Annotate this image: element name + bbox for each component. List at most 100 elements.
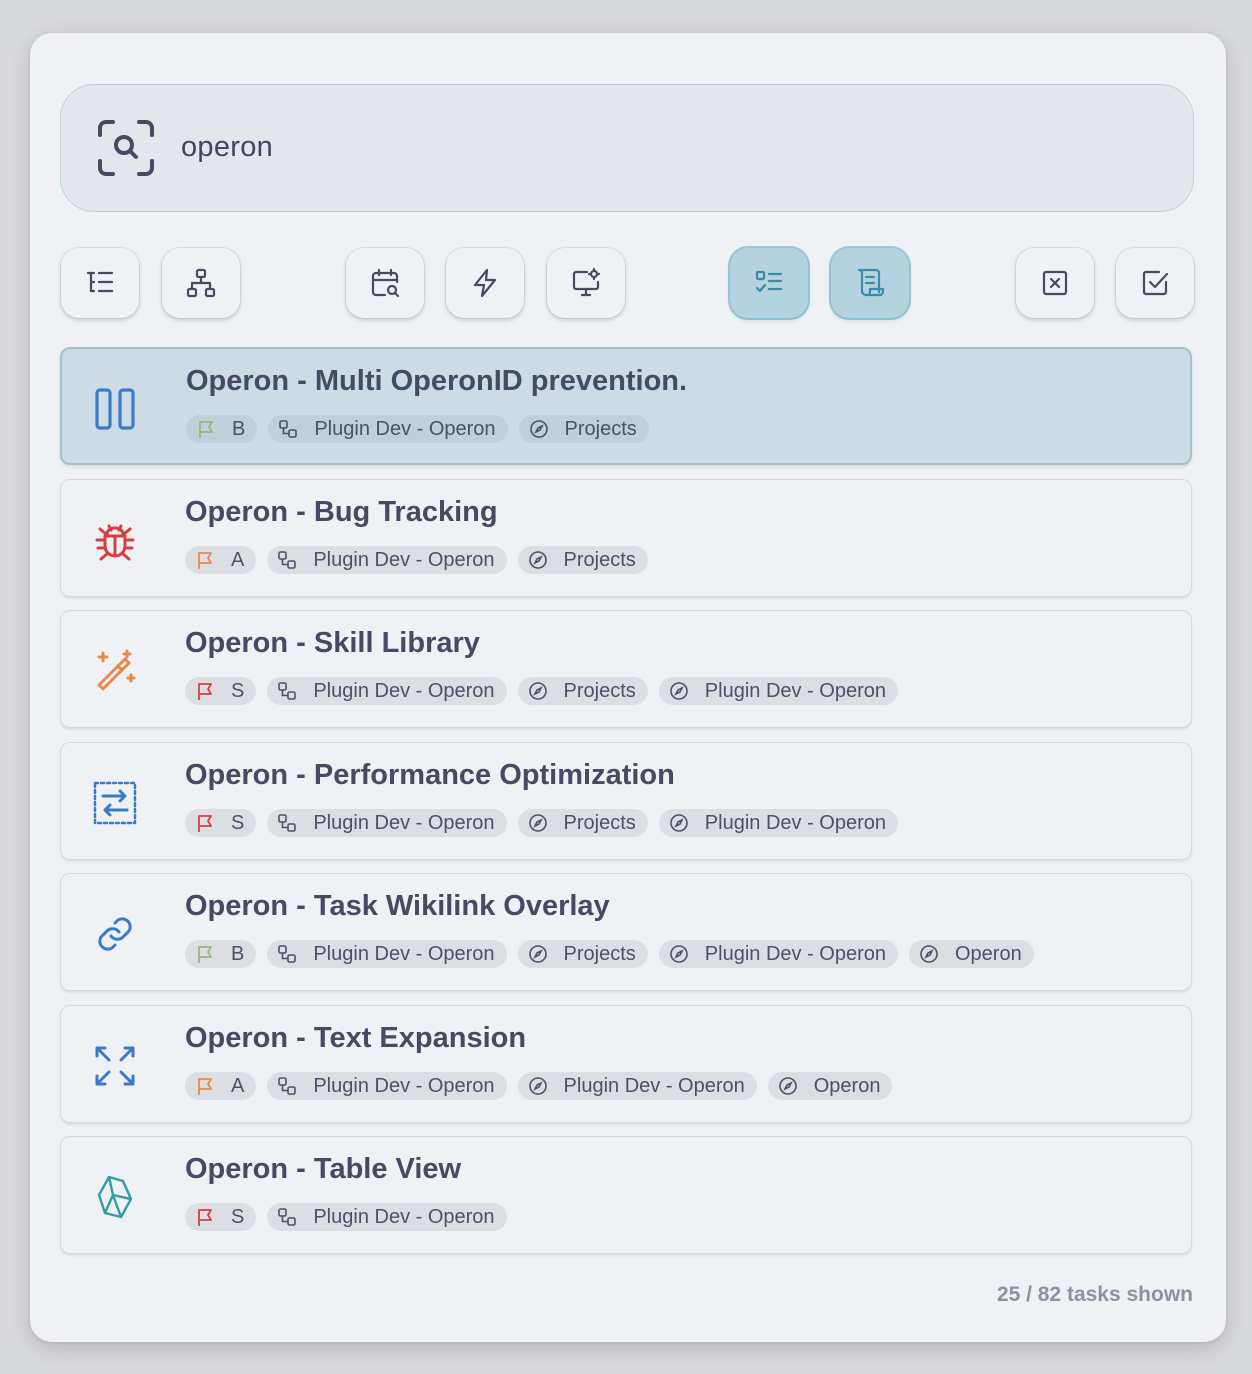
workflow-icon	[278, 682, 297, 700]
gem-icon	[97, 1175, 133, 1219]
task-card[interactable]: Operon - Skill Library S Plugin Dev - Op…	[60, 610, 1192, 728]
compass-icon	[529, 420, 548, 438]
workflow-icon	[278, 814, 297, 832]
task-card[interactable]: Operon - Performance Optimization S Plug…	[60, 742, 1192, 860]
area-chip[interactable]: Operon	[767, 1072, 893, 1100]
tag-chip[interactable]: Plugin Dev - Operon	[267, 1072, 507, 1100]
task-search-panel: operon Operon - Multi OperonID preventio…	[30, 33, 1226, 1342]
scroll-text-button[interactable]	[831, 248, 909, 318]
task-title: Operon - Task Wikilink Overlay	[185, 890, 610, 922]
workflow-icon	[278, 1077, 297, 1095]
tag-chip[interactable]: Plugin Dev - Operon	[267, 677, 507, 705]
compass-icon	[528, 551, 547, 569]
wand-sparkles-icon	[97, 649, 136, 691]
compass-icon	[528, 945, 547, 963]
task-card[interactable]: Operon - Bug Tracking A Plugin Dev - Ope…	[60, 479, 1192, 597]
compass-icon	[669, 682, 688, 700]
zap-icon	[473, 268, 497, 298]
workflow-icon	[278, 945, 297, 963]
priority-label: S	[231, 679, 245, 702]
search-bar[interactable]: operon	[60, 84, 1194, 212]
area-chip[interactable]: Projects	[517, 809, 648, 837]
priority-label: B	[232, 417, 246, 440]
area-label: Plugin Dev - Operon	[704, 942, 886, 965]
task-card[interactable]: Operon - Task Wikilink Overlay B Plugin …	[60, 873, 1192, 991]
area-label: Projects	[563, 548, 636, 571]
priority-label: A	[231, 548, 245, 571]
compass-icon	[669, 945, 688, 963]
flag-icon	[198, 946, 212, 963]
arrow-exchange-icon	[93, 781, 137, 825]
task-title: Operon - Bug Tracking	[185, 496, 498, 528]
priority-label: S	[231, 1205, 245, 1228]
task-count-status: 25 / 82 tasks shown	[996, 1283, 1193, 1306]
tag-chip[interactable]: Plugin Dev - Operon	[268, 415, 508, 443]
area-chip[interactable]: Projects	[517, 677, 648, 705]
monitor-cog-button[interactable]	[547, 248, 625, 318]
list-todo-button[interactable]	[730, 248, 808, 318]
task-card[interactable]: Operon - Text Expansion A Plugin Dev - O…	[60, 1005, 1192, 1123]
tag-chip[interactable]: Plugin Dev - Operon	[267, 1203, 507, 1231]
priority-badge: B	[186, 415, 258, 443]
compass-icon	[528, 682, 547, 700]
tag-label: Plugin Dev - Operon	[313, 1205, 495, 1228]
hierarchy-button[interactable]	[162, 248, 240, 318]
priority-badge: A	[185, 546, 257, 574]
tag-chip[interactable]: Plugin Dev - Operon	[267, 809, 507, 837]
tag-label: Plugin Dev - Operon	[313, 679, 495, 702]
priority-label: S	[231, 811, 245, 834]
tag-label: Plugin Dev - Operon	[313, 548, 495, 571]
tag-chip[interactable]: Plugin Dev - Operon	[267, 546, 507, 574]
tag-label: Plugin Dev - Operon	[314, 417, 496, 440]
priority-label: B	[231, 942, 245, 965]
priority-badge: A	[185, 1072, 257, 1100]
scan-search-icon	[98, 120, 154, 176]
flag-icon	[198, 1209, 212, 1226]
area-label: Operon	[955, 942, 1022, 965]
columns-icon	[95, 388, 135, 430]
square-check-icon	[1142, 270, 1169, 296]
network-icon	[186, 268, 216, 298]
task-card[interactable]: Operon - Multi OperonID prevention. B Pl…	[60, 347, 1192, 465]
task-title: Operon - Multi OperonID prevention.	[186, 365, 688, 397]
compass-icon	[669, 814, 688, 832]
check-square-button[interactable]	[1116, 248, 1194, 318]
area-label: Projects	[563, 679, 636, 702]
flag-icon	[198, 683, 212, 700]
flag-icon	[198, 552, 212, 569]
priority-badge: S	[185, 809, 257, 837]
close-square-button[interactable]	[1016, 248, 1094, 318]
area-chip[interactable]: Projects	[518, 415, 649, 443]
flag-icon	[198, 815, 212, 832]
tag-label: Plugin Dev - Operon	[313, 1074, 495, 1097]
search-input[interactable]: operon	[181, 131, 273, 164]
area-chip[interactable]: Plugin Dev - Operon	[658, 940, 898, 968]
tag-label: Plugin Dev - Operon	[313, 942, 495, 965]
workflow-icon	[279, 420, 298, 438]
zap-button[interactable]	[446, 248, 524, 318]
tag-chip[interactable]: Plugin Dev - Operon	[267, 940, 507, 968]
area-label: Plugin Dev - Operon	[704, 811, 886, 834]
priority-badge: S	[185, 677, 257, 705]
compass-icon	[920, 945, 938, 963]
list-tree-button[interactable]	[61, 248, 139, 318]
area-chip[interactable]: Plugin Dev - Operon	[658, 809, 898, 837]
area-label: Projects	[564, 417, 637, 440]
task-card[interactable]: Operon - Table View S Plugin Dev - Opero…	[60, 1136, 1192, 1254]
compass-icon	[528, 1077, 547, 1095]
workflow-icon	[278, 551, 297, 569]
area-chip[interactable]: Operon	[909, 940, 1034, 968]
priority-badge: S	[185, 1203, 257, 1231]
area-chip[interactable]: Projects	[517, 546, 648, 574]
bug-icon	[95, 524, 135, 561]
expand-icon	[95, 1046, 135, 1086]
area-label: Operon	[813, 1074, 881, 1097]
area-chip[interactable]: Plugin Dev - Operon	[658, 677, 898, 705]
area-label: Projects	[563, 942, 636, 965]
list-tree-icon	[86, 271, 114, 293]
calendar-search-button[interactable]	[346, 248, 424, 318]
flag-icon	[198, 1078, 212, 1095]
area-chip[interactable]: Projects	[517, 940, 648, 968]
area-chip[interactable]: Plugin Dev - Operon	[517, 1072, 757, 1100]
area-label: Plugin Dev - Operon	[704, 679, 886, 702]
